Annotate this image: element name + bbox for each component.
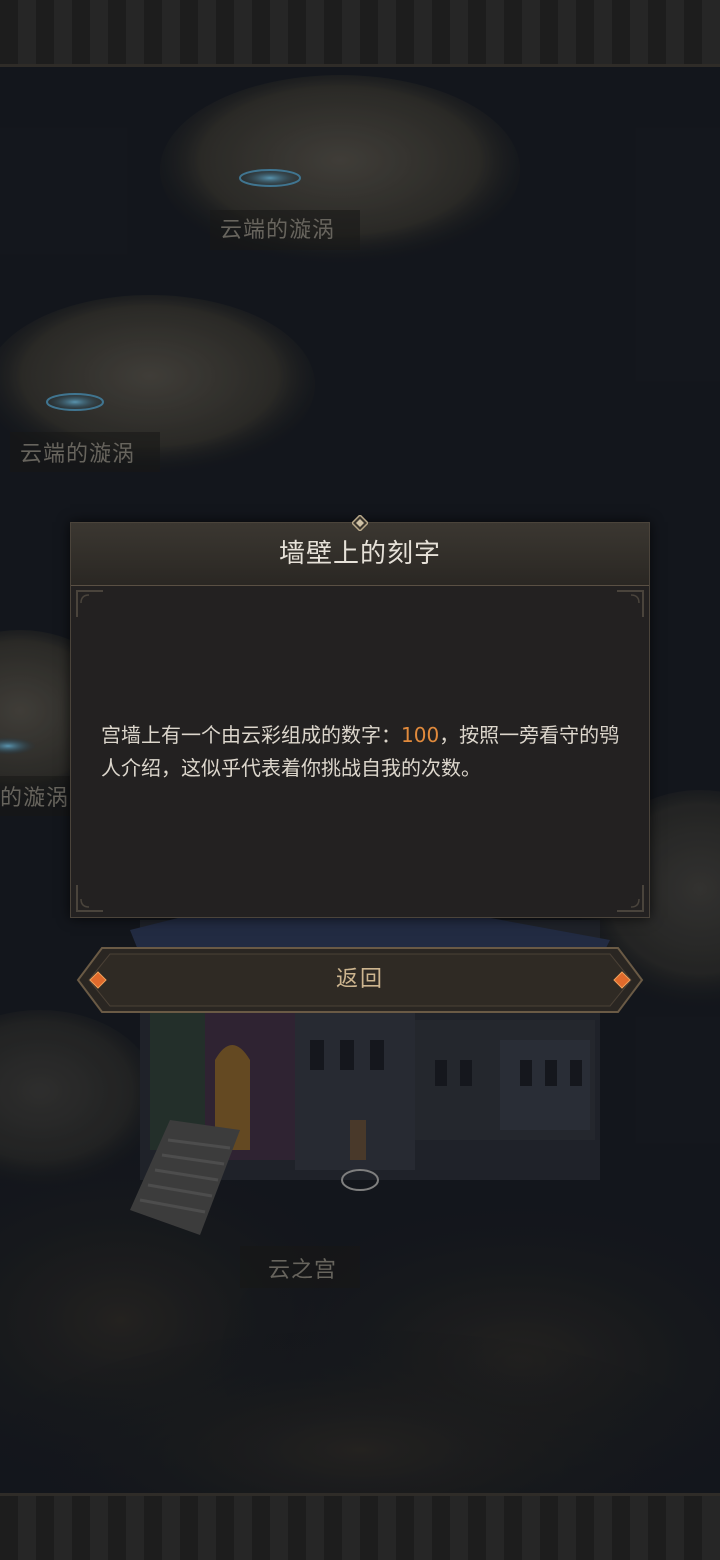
challenge-count-value: 100 — [401, 723, 440, 747]
corner-ornament-icon — [76, 590, 103, 617]
corner-ornament-icon — [617, 885, 644, 912]
corner-ornament-icon — [617, 590, 644, 617]
inscription-dialog: 墙壁上的刻字 宫墙上有一个由云彩组成的数字：100，按照一旁看守的鸮人介绍，这似… — [70, 515, 650, 918]
dialog-title: 墙壁上的刻字 — [278, 539, 441, 569]
corner-ornament-icon — [76, 885, 103, 912]
bottom-frame-bar — [0, 1493, 720, 1560]
top-frame-bar — [0, 0, 720, 67]
body-text-before: 宫墙上有一个由云彩组成的数字： — [101, 723, 401, 747]
back-button[interactable]: 返回 — [76, 946, 644, 1014]
back-button-label: 返回 — [335, 967, 384, 992]
dialog-body-text: 宫墙上有一个由云彩组成的数字：100，按照一旁看守的鸮人介绍，这似乎代表着你挑战… — [101, 719, 621, 785]
